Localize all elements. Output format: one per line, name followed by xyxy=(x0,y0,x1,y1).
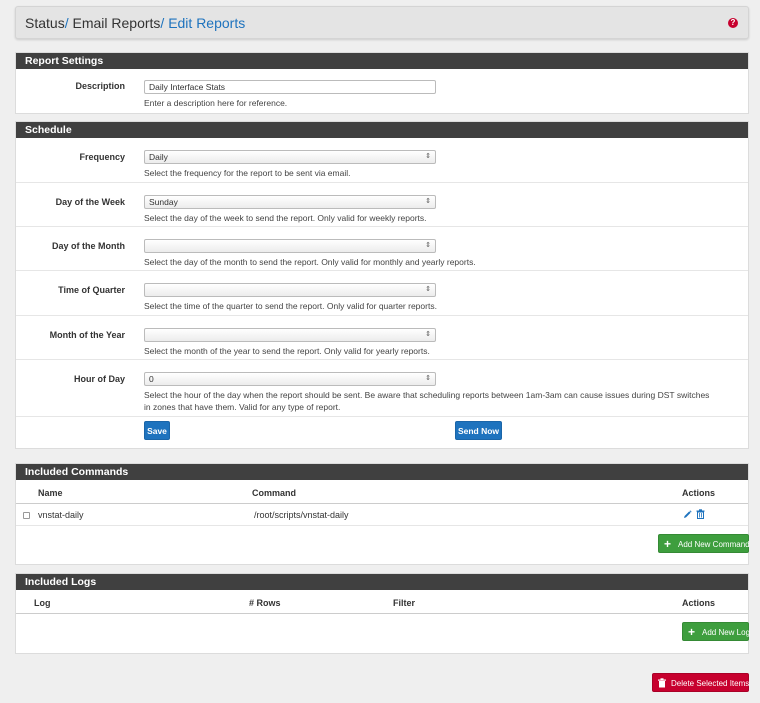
included-logs-panel: Included Logs Log # Rows Filter Actions … xyxy=(15,573,751,654)
description-label: Description xyxy=(75,81,125,91)
table-row: vnstat-daily /root/scripts/vnstat-daily xyxy=(16,504,748,526)
schedule-actions-row: Save Send Now xyxy=(16,417,748,449)
breadcrumb-email-reports[interactable]: Email Reports xyxy=(72,15,160,31)
day-of-week-value: Sunday xyxy=(149,197,178,207)
column-header-log: Log xyxy=(34,598,51,608)
day-of-week-label: Day of the Week xyxy=(55,197,125,207)
frequency-select[interactable]: Daily ⇕ xyxy=(144,150,436,164)
day-of-week-help: Select the day of the week to send the r… xyxy=(144,213,427,223)
hour-of-day-help-line1: Select the hour of the day when the repo… xyxy=(144,390,710,400)
panel-title: Included Commands xyxy=(16,464,748,480)
trash-icon xyxy=(658,678,666,688)
delete-selected-items-button[interactable]: Delete Selected Items xyxy=(652,673,749,692)
time-of-quarter-select[interactable]: ⇕ xyxy=(144,283,436,297)
add-new-log-label: Add New Log xyxy=(702,628,751,637)
column-header-filter: Filter xyxy=(393,598,416,608)
description-row: Description Daily Interface Stats Enter … xyxy=(16,69,748,113)
page-header: Status/ Email Reports/ Edit Reports ? xyxy=(15,6,749,39)
commands-table-header: Name Command Actions xyxy=(16,480,748,504)
time-of-quarter-help: Select the time of the quarter to send t… xyxy=(144,301,437,311)
included-commands-panel: Included Commands Name Command Actions v… xyxy=(15,463,750,565)
time-of-quarter-row: Time of Quarter ⇕ Select the time of the… xyxy=(16,271,748,316)
day-of-week-select[interactable]: Sunday ⇕ xyxy=(144,195,436,209)
hour-of-day-select[interactable]: 0 ⇕ xyxy=(144,372,436,386)
time-of-quarter-label: Time of Quarter xyxy=(58,285,125,295)
column-header-actions: Actions xyxy=(682,598,716,608)
month-of-year-label: Month of the Year xyxy=(49,330,125,340)
description-help: Enter a description here for reference. xyxy=(144,98,288,108)
hour-of-day-value: 0 xyxy=(149,374,154,384)
description-input[interactable]: Daily Interface Stats xyxy=(144,80,436,94)
plus-icon: + xyxy=(664,537,672,551)
select-arrows-icon: ⇕ xyxy=(425,242,431,249)
breadcrumb-edit-reports[interactable]: Edit Reports xyxy=(168,15,245,31)
panel-title: Included Logs xyxy=(16,574,748,590)
day-of-week-row: Day of the Week Sunday ⇕ Select the day … xyxy=(16,183,748,227)
day-of-month-label: Day of the Month xyxy=(52,241,125,251)
frequency-label: Frequency xyxy=(79,152,125,162)
day-of-month-help: Select the day of the month to send the … xyxy=(144,257,476,267)
select-arrows-icon: ⇕ xyxy=(425,331,431,338)
frequency-row: Frequency Daily ⇕ Select the frequency f… xyxy=(16,138,748,183)
hour-of-day-help-line2: in zones that have them. Valid for any t… xyxy=(144,402,341,412)
help-icon[interactable]: ? xyxy=(728,18,738,28)
frequency-value: Daily xyxy=(149,152,168,162)
column-header-command: Command xyxy=(252,488,297,498)
breadcrumb-status[interactable]: Status xyxy=(25,15,65,31)
send-now-button[interactable]: Send Now xyxy=(455,421,502,440)
add-new-command-label: Add New Command xyxy=(678,540,750,549)
edit-pencil-icon[interactable] xyxy=(683,510,692,519)
select-arrows-icon: ⇕ xyxy=(425,375,431,382)
column-header-name: Name xyxy=(38,488,63,498)
month-of-year-row: Month of the Year ⇕ Select the month of … xyxy=(16,316,748,360)
row-select-checkbox[interactable] xyxy=(23,512,30,519)
delete-selected-items-label: Delete Selected Items xyxy=(671,679,750,688)
schedule-panel: Schedule Frequency Daily ⇕ Select the fr… xyxy=(15,121,749,449)
add-new-command-button[interactable]: + Add New Command xyxy=(658,534,750,553)
trash-icon[interactable] xyxy=(696,509,705,519)
day-of-month-select[interactable]: ⇕ xyxy=(144,239,436,253)
report-settings-panel: Report Settings Description Daily Interf… xyxy=(15,52,749,114)
save-button[interactable]: Save xyxy=(144,421,170,440)
plus-icon: + xyxy=(688,625,696,639)
breadcrumb-separator: / xyxy=(64,15,69,31)
hour-of-day-label: Hour of Day xyxy=(73,374,125,384)
command-path-cell: /root/scripts/vnstat-daily xyxy=(254,510,349,520)
breadcrumb: Status/ Email Reports/ Edit Reports xyxy=(25,15,245,31)
month-of-year-select[interactable]: ⇕ xyxy=(144,328,436,342)
hour-of-day-row: Hour of Day 0 ⇕ Select the hour of the d… xyxy=(16,360,748,417)
select-arrows-icon: ⇕ xyxy=(425,153,431,160)
day-of-month-row: Day of the Month ⇕ Select the day of the… xyxy=(16,227,748,271)
select-arrows-icon: ⇕ xyxy=(425,286,431,293)
column-header-actions: Actions xyxy=(682,488,716,498)
panel-title: Schedule xyxy=(16,122,748,138)
column-header-rows: # Rows xyxy=(249,598,281,608)
command-name-cell: vnstat-daily xyxy=(38,510,84,520)
select-arrows-icon: ⇕ xyxy=(425,198,431,205)
add-new-log-button[interactable]: + Add New Log xyxy=(682,622,751,641)
frequency-help: Select the frequency for the report to b… xyxy=(144,168,351,178)
breadcrumb-separator: / xyxy=(160,15,165,31)
logs-table-header: Log # Rows Filter Actions xyxy=(16,590,748,614)
panel-title: Report Settings xyxy=(16,53,748,69)
month-of-year-help: Select the month of the year to send the… xyxy=(144,346,430,356)
